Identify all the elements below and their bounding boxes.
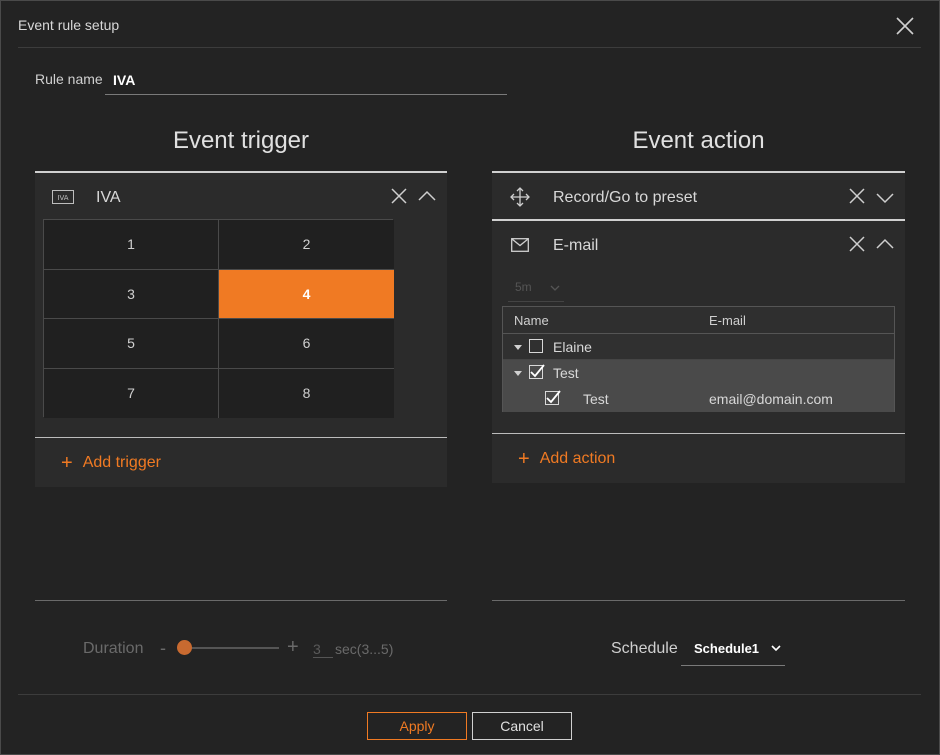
trigger-iva-label: IVA [96,189,121,206]
action-email-label: E-mail [553,237,599,254]
add-trigger-button[interactable]: + Add trigger [61,452,161,474]
channel-cell-7[interactable]: 7 [44,368,219,418]
recipient-name: Test [583,391,609,407]
chevron-down-icon [550,285,560,291]
duration-increase-button[interactable]: + [287,636,299,659]
add-trigger-label: Add trigger [82,454,161,471]
svg-text:IVA: IVA [57,194,68,202]
channel-cell-6[interactable]: 6 [219,319,394,369]
remove-action-email-icon[interactable] [848,235,866,258]
recipient-email: email@domain.com [709,391,833,407]
iva-icon: IVA [52,190,74,209]
mail-icon [511,238,529,257]
footer-divider [18,694,921,695]
schedule-value: Schedule1 [694,641,760,656]
chevron-down-icon[interactable] [876,191,894,209]
rule-name-label: Rule name [35,71,103,87]
close-icon[interactable] [894,15,916,37]
email-interval-select[interactable]: 5m [508,277,564,302]
duration-slider-handle[interactable] [177,640,192,655]
chevron-up-icon[interactable] [418,189,436,207]
cancel-button[interactable]: Cancel [472,712,572,740]
checkbox[interactable] [529,364,545,379]
channel-cell-3[interactable]: 3 [44,269,219,319]
duration-slider-track[interactable] [181,647,279,649]
checkmark-icon [546,390,561,404]
schedule-label: Schedule [611,640,678,657]
rule-name-input[interactable] [105,65,507,95]
event-action-title: Event action [632,127,765,154]
plus-icon: + [518,448,530,470]
channel-cell-2[interactable]: 2 [219,220,394,270]
title-divider [18,47,921,48]
apply-button[interactable]: Apply [367,712,467,740]
column-header-name: Name [514,313,549,328]
checkbox[interactable] [545,390,561,405]
add-action-label: Add action [539,450,616,467]
trigger-bottom-divider [35,600,447,601]
add-action-button[interactable]: + Add action [518,448,616,470]
checkmark-icon [530,364,545,378]
duration-label: Duration [83,640,144,657]
action-record-label: Record/Go to preset [553,189,698,206]
chevron-up-icon[interactable] [876,237,894,255]
trigger-divider [35,437,447,438]
action-divider [492,433,905,434]
dialog-title: Event rule setup [18,17,120,33]
expand-triangle-icon[interactable] [514,345,522,350]
duration-input[interactable] [313,641,333,658]
email-interval-value: 5m [515,280,532,294]
event-rule-dialog: Event rule setup Rule name Event trigger… [0,0,940,755]
channel-cell-8[interactable]: 8 [219,368,394,418]
column-header-email: E-mail [709,313,746,328]
expand-triangle-icon[interactable] [514,371,522,376]
recipient-table: Name E-mail Elaine Test Test email@domai… [502,306,895,412]
table-row[interactable]: Test email@domain.com [503,386,894,412]
action-bottom-divider [492,600,905,601]
table-row[interactable]: Elaine [503,334,894,360]
schedule-select[interactable]: Schedule1 [681,633,785,666]
recipient-name: Test [553,365,579,381]
recipient-name: Elaine [553,339,592,355]
remove-action-record-icon[interactable] [848,187,866,210]
table-row[interactable]: Test [503,360,894,386]
trigger-channel-grid: 1 2 3 4 5 6 7 8 [43,219,394,418]
event-trigger-title: Event trigger [172,127,310,154]
duration-unit: sec(3...5) [335,641,394,657]
checkbox[interactable] [529,339,543,353]
channel-cell-1[interactable]: 1 [44,220,219,270]
plus-icon: + [61,452,73,474]
chevron-down-icon [771,645,781,652]
duration-decrease-button[interactable]: - [160,638,166,659]
channel-cell-4[interactable]: 4 [219,269,394,319]
remove-trigger-icon[interactable] [390,187,408,210]
table-header: Name E-mail [503,307,894,334]
channel-cell-5[interactable]: 5 [44,319,219,369]
move-icon [510,187,530,212]
